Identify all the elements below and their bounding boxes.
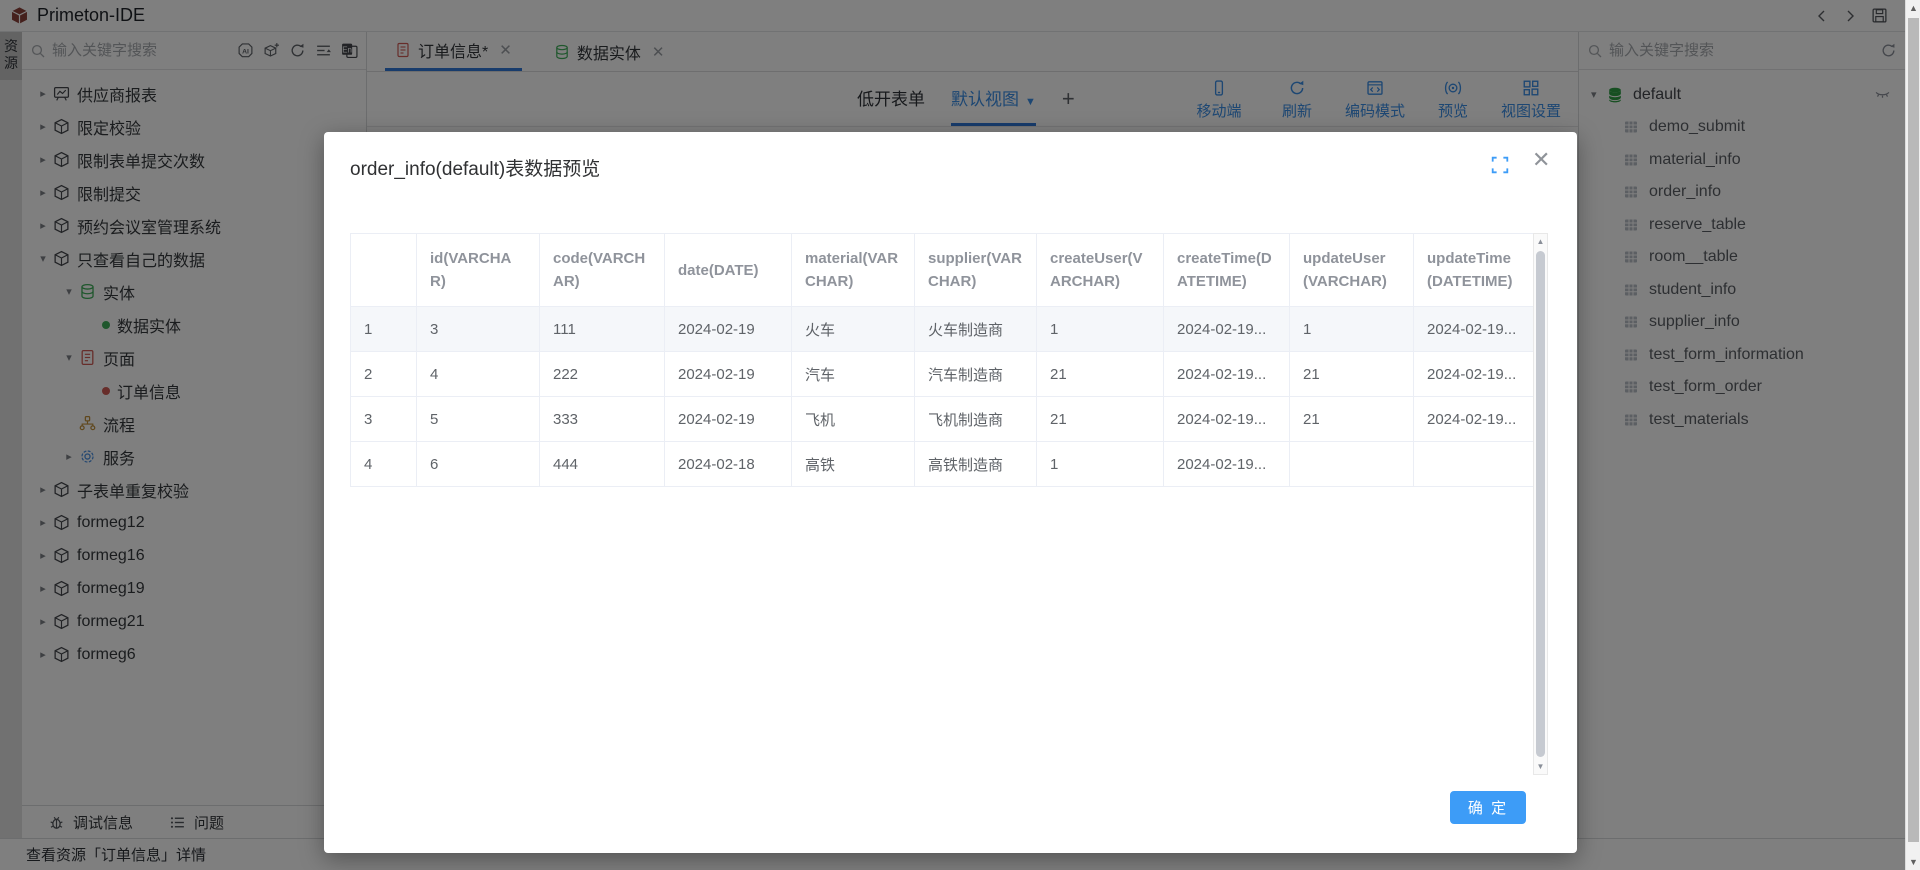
table-row: 1 3 111 2024-02-19 火车 火车制造商 1 2024-02-19… [351, 307, 1534, 352]
table-scrollbar[interactable]: ▲ ▼ [1533, 233, 1548, 775]
table-cell: 5 [417, 397, 540, 442]
close-icon[interactable]: ✕ [1532, 149, 1550, 171]
table-body: 1 3 111 2024-02-19 火车 火车制造商 1 2024-02-19… [351, 307, 1534, 487]
table-cell: 汽车制造商 [915, 352, 1037, 397]
table-cell: 444 [540, 442, 665, 487]
table-header-cell: code(VARCHAR) [540, 234, 665, 307]
table-header-row: id(VARCHAR)code(VARCHAR)date(DATE)materi… [351, 234, 1534, 307]
table-header-cell: createTime(DATETIME) [1164, 234, 1290, 307]
table-header-cell: updateTime(DATETIME) [1414, 234, 1534, 307]
table-cell: 1 [1037, 307, 1164, 352]
data-preview-modal: order_info(default)表数据预览 ✕ id(VARCHAR)co… [324, 132, 1577, 853]
table-row: 2 4 222 2024-02-19 汽车 汽车制造商 21 2024-02-1… [351, 352, 1534, 397]
scrollbar-thumb[interactable] [1908, 18, 1919, 842]
page-scrollbar[interactable]: ▲ ▼ [1905, 0, 1920, 870]
table-header-cell: createUser(VARCHAR) [1037, 234, 1164, 307]
table-cell: 4 [351, 442, 417, 487]
table-cell: 111 [540, 307, 665, 352]
table-row: 3 5 333 2024-02-19 飞机 飞机制造商 21 2024-02-1… [351, 397, 1534, 442]
table-cell: 2024-02-19... [1164, 442, 1290, 487]
table-cell: 2024-02-19... [1164, 352, 1290, 397]
scrollbar-thumb[interactable] [1536, 251, 1545, 757]
table-cell: 火车 [792, 307, 915, 352]
data-preview-table-wrap: id(VARCHAR)code(VARCHAR)date(DATE)materi… [350, 233, 1548, 775]
table-header-cell [351, 234, 417, 307]
table-cell: 2024-02-19... [1414, 397, 1534, 442]
scroll-down-icon[interactable]: ▼ [1534, 759, 1547, 774]
table-row: 4 6 444 2024-02-18 高铁 高铁制造商 1 2024-02-19… [351, 442, 1534, 487]
table-cell: 333 [540, 397, 665, 442]
table-cell: 1 [1290, 307, 1414, 352]
table-cell: 2024-02-19... [1414, 307, 1534, 352]
table-cell: 2024-02-19... [1414, 352, 1534, 397]
table-cell: 2024-02-19... [1164, 307, 1290, 352]
table-cell [1414, 442, 1534, 487]
table-cell: 3 [417, 307, 540, 352]
confirm-button[interactable]: 确 定 [1450, 791, 1526, 824]
scroll-up-icon[interactable]: ▲ [1534, 234, 1547, 249]
table-cell [1290, 442, 1414, 487]
table-cell: 2 [351, 352, 417, 397]
table-cell: 高铁制造商 [915, 442, 1037, 487]
table-cell: 21 [1290, 397, 1414, 442]
scroll-up-icon[interactable]: ▲ [1906, 0, 1920, 16]
table-cell: 2024-02-18 [665, 442, 792, 487]
table-header-cell: id(VARCHAR) [417, 234, 540, 307]
table-cell: 4 [417, 352, 540, 397]
modal-title: order_info(default)表数据预览 [350, 154, 600, 181]
fullscreen-icon[interactable] [1491, 156, 1509, 174]
table-cell: 3 [351, 397, 417, 442]
table-cell: 2024-02-19... [1164, 397, 1290, 442]
scroll-down-icon[interactable]: ▼ [1906, 854, 1920, 870]
table-cell: 6 [417, 442, 540, 487]
table-cell: 火车制造商 [915, 307, 1037, 352]
table-cell: 高铁 [792, 442, 915, 487]
table-header-cell: updateUser(VARCHAR) [1290, 234, 1414, 307]
table-cell: 1 [1037, 442, 1164, 487]
table-cell: 飞机制造商 [915, 397, 1037, 442]
modal-footer: 确 定 [1450, 791, 1526, 824]
table-cell: 222 [540, 352, 665, 397]
table-header-cell: material(VARCHAR) [792, 234, 915, 307]
table-cell: 21 [1037, 397, 1164, 442]
table-header-cell: date(DATE) [665, 234, 792, 307]
table-cell: 2024-02-19 [665, 397, 792, 442]
table-cell: 飞机 [792, 397, 915, 442]
table-cell: 2024-02-19 [665, 307, 792, 352]
table-header-cell: supplier(VARCHAR) [915, 234, 1037, 307]
table-cell: 汽车 [792, 352, 915, 397]
table-cell: 21 [1290, 352, 1414, 397]
data-table: id(VARCHAR)code(VARCHAR)date(DATE)materi… [350, 233, 1534, 487]
table-cell: 1 [351, 307, 417, 352]
table-cell: 21 [1037, 352, 1164, 397]
table-cell: 2024-02-19 [665, 352, 792, 397]
